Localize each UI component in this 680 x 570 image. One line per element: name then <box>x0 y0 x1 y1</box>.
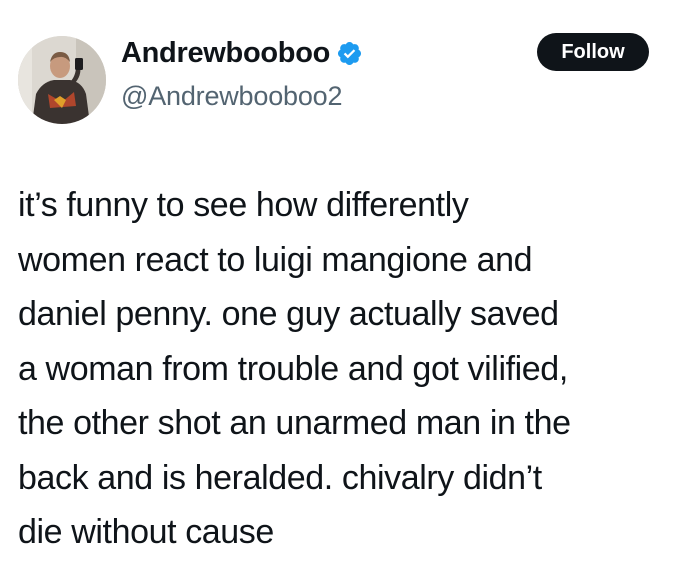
author-display-name[interactable]: Andrewbooboo <box>121 33 330 73</box>
tweet-text-line: a woman from trouble and got vilified, <box>18 349 568 388</box>
verified-badge-icon[interactable] <box>336 40 363 67</box>
tweet-text-line: women react to luigi mangione and <box>18 240 533 279</box>
tweet-text-line: daniel penny. one guy actually saved <box>18 295 559 333</box>
tweet-text-line: the other shot an unarmed man in the <box>18 404 571 442</box>
tweet-card: Andrewbooboo @Andrewbooboo2 Follow it’s … <box>0 0 680 570</box>
author-name-row: Andrewbooboo <box>121 33 363 73</box>
tweet-text: it’s funny to see how differently women … <box>18 178 668 560</box>
avatar[interactable] <box>18 36 106 124</box>
profile-photo-icon <box>18 36 106 124</box>
tweet-text-line: die without cause <box>18 513 274 551</box>
follow-button[interactable]: Follow <box>537 33 649 71</box>
tweet-text-line: it’s funny to see how differently <box>18 186 469 224</box>
tweet-text-line: back and is heralded. chivalry didn’t <box>18 458 542 497</box>
author-handle[interactable]: @Andrewbooboo2 <box>121 78 342 114</box>
